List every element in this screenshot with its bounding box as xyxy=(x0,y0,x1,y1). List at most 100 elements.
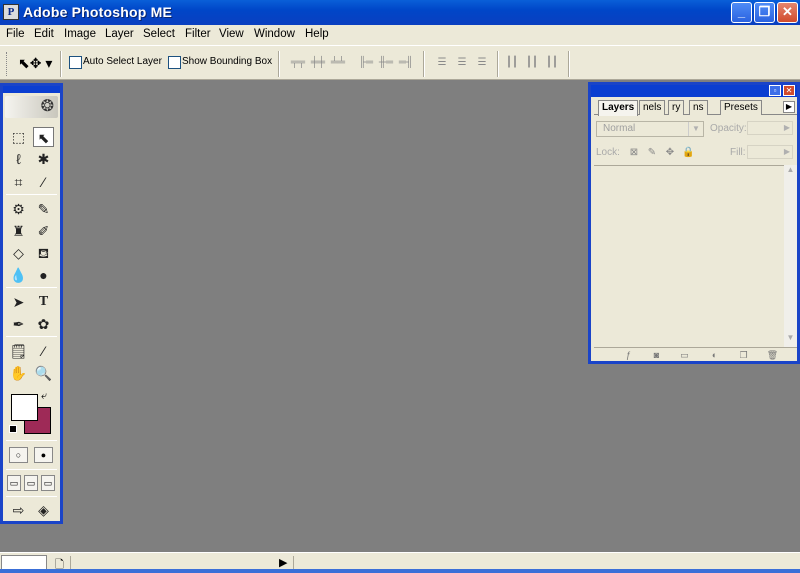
healing-brush-tool-icon[interactable]: ⚙ xyxy=(8,199,29,219)
palette-close-button[interactable]: ✕ xyxy=(783,85,795,96)
toolbox-divider xyxy=(6,194,57,195)
layer-style-icon[interactable]: ƒ xyxy=(622,349,635,361)
history-brush-tool-icon[interactable]: ✐ xyxy=(33,221,54,241)
layers-palette-title-bar[interactable]: ▫ ✕ xyxy=(591,85,797,97)
opacity-field[interactable]: ▶ xyxy=(747,121,793,135)
notes-tool-icon[interactable]: 🗒 xyxy=(8,341,29,361)
default-colors-icon[interactable] xyxy=(9,425,17,433)
align-vcenter-icon[interactable]: ╪╪ xyxy=(310,56,326,70)
eraser-tool-icon[interactable]: ◇ xyxy=(8,243,29,263)
toolbox-title-bar[interactable] xyxy=(3,86,60,93)
blend-mode-select[interactable]: Normal ▼ xyxy=(596,121,704,137)
adjustment-layer-icon[interactable]: ◐ xyxy=(708,349,721,361)
move-tool-icon[interactable]: ⬉ xyxy=(33,127,54,147)
close-button[interactable]: ✕ xyxy=(777,2,798,23)
marquee-tool-icon[interactable]: ⬚ xyxy=(8,127,29,147)
full-screen-menu-mode-button[interactable]: ▭ xyxy=(24,475,38,491)
menu-view[interactable]: View xyxy=(219,28,244,40)
swap-colors-icon[interactable]: ⤶ xyxy=(41,390,47,403)
align-right-icon[interactable]: ═╢ xyxy=(398,56,414,70)
tab-channels[interactable]: nels xyxy=(639,100,666,115)
align-top-icon[interactable]: ╤╤ xyxy=(290,56,306,70)
clone-stamp-tool-icon[interactable]: ♜ xyxy=(8,221,29,241)
full-screen-mode-button[interactable]: ▭ xyxy=(41,475,55,491)
lock-all-icon[interactable]: 🔒 xyxy=(682,147,694,159)
options-bar: ⬉✥ ▾ Auto Select Layer Show Bounding Box… xyxy=(0,45,800,80)
menu-window[interactable]: Window xyxy=(254,28,295,40)
web-tool-icon[interactable]: ◈ xyxy=(33,500,54,520)
new-set-icon[interactable]: ▭ xyxy=(678,349,691,361)
menu-layer[interactable]: Layer xyxy=(105,28,134,40)
trash-icon[interactable]: 🗑 xyxy=(766,349,779,361)
distribute-right-icon[interactable]: ┃┃ xyxy=(544,56,560,70)
hand-tool-icon[interactable]: ✋ xyxy=(8,363,29,383)
fill-field[interactable]: ▶ xyxy=(747,145,793,159)
lasso-tool-icon[interactable]: ℓ xyxy=(8,149,29,169)
scroll-up-icon[interactable]: ▲ xyxy=(784,165,797,177)
distribute-bottom-icon[interactable]: ☰ xyxy=(474,56,490,70)
separator xyxy=(568,51,570,77)
menu-help[interactable]: Help xyxy=(305,28,329,40)
layers-scrollbar[interactable]: ▲ ▼ xyxy=(784,165,797,347)
type-tool-icon[interactable]: T xyxy=(33,292,54,312)
align-bottom-icon[interactable]: ╧╧ xyxy=(330,56,346,70)
standard-screen-mode-button[interactable]: ▭ xyxy=(7,475,21,491)
show-bounding-box-checkbox[interactable] xyxy=(168,56,181,69)
toolbox-divider xyxy=(6,440,57,441)
menu-bar: File Edit Image Layer Select Filter View… xyxy=(0,25,800,45)
move-tool-icon[interactable]: ⬉✥ ▾ xyxy=(18,55,52,72)
blur-tool-icon[interactable]: 💧 xyxy=(8,265,29,285)
paint-bucket-tool-icon[interactable]: ⛾ xyxy=(33,243,54,263)
tab-presets[interactable]: Presets xyxy=(720,100,762,115)
options-bar-grip[interactable] xyxy=(6,52,9,76)
tab-actions[interactable]: ns xyxy=(689,100,708,115)
eyedropper-tool-icon[interactable]: ⁄ xyxy=(33,341,54,361)
align-left-icon[interactable]: ╟═ xyxy=(358,56,374,70)
menu-image[interactable]: Image xyxy=(64,28,96,40)
menu-select[interactable]: Select xyxy=(143,28,175,40)
minimize-button[interactable]: _ xyxy=(731,2,752,23)
lock-transparency-icon[interactable]: ⊠ xyxy=(628,147,640,159)
toolbox-divider xyxy=(6,287,57,288)
quick-mask-mode-button[interactable]: ● xyxy=(34,447,53,463)
distribute-left-icon[interactable]: ┃┃ xyxy=(504,56,520,70)
distribute-hcenter-icon[interactable]: ┃┃ xyxy=(524,56,540,70)
separator xyxy=(278,51,280,77)
tab-layers[interactable]: Layers xyxy=(598,100,639,116)
palette-minimize-button[interactable]: ▫ xyxy=(769,85,781,96)
menu-file[interactable]: File xyxy=(6,28,25,40)
foreground-color-swatch[interactable] xyxy=(11,394,38,421)
feather-logo-icon[interactable]: ❂ xyxy=(5,96,58,118)
zoom-tool-icon[interactable]: 🔍 xyxy=(33,363,54,383)
layers-list[interactable] xyxy=(594,165,787,347)
pen-tool-icon[interactable]: ✒ xyxy=(8,314,29,334)
distribute-vcenter-icon[interactable]: ☰ xyxy=(454,56,470,70)
align-hcenter-icon[interactable]: ╫═ xyxy=(378,56,394,70)
custom-shape-tool-icon[interactable]: ✿ xyxy=(33,314,54,334)
add-mask-icon[interactable]: ◙ xyxy=(650,349,663,361)
auto-select-layer-checkbox[interactable] xyxy=(69,56,82,69)
photoshop-app-icon[interactable]: P xyxy=(3,4,19,20)
red-eye-tool-icon[interactable]: ⁄ xyxy=(33,172,54,192)
brush-tool-icon[interactable]: ✎ xyxy=(33,199,54,219)
toolbox-divider xyxy=(6,496,57,497)
menu-filter[interactable]: Filter xyxy=(185,28,211,40)
palette-menu-arrow-icon[interactable]: ▶ xyxy=(783,101,795,113)
lock-pixels-icon[interactable]: ✎ xyxy=(646,147,658,159)
distribute-top-icon[interactable]: ☰ xyxy=(434,56,450,70)
path-selection-tool-icon[interactable]: ➤ xyxy=(8,292,29,312)
menu-edit[interactable]: Edit xyxy=(34,28,54,40)
layers-footer: ƒ ◙ ▭ ◐ ❐ 🗑 xyxy=(594,347,797,361)
standard-mode-button[interactable]: ○ xyxy=(9,447,28,463)
status-menu-arrow-icon[interactable]: ▶ xyxy=(279,556,287,569)
toolbox-divider xyxy=(6,336,57,337)
dodge-tool-icon[interactable]: ● xyxy=(33,265,54,285)
jump-to-imageready-icon[interactable]: ⇨ xyxy=(8,500,29,520)
lock-position-icon[interactable]: ✥ xyxy=(664,147,676,159)
maximize-button[interactable]: ❐ xyxy=(754,2,775,23)
tab-history[interactable]: ry xyxy=(668,100,685,115)
magic-wand-tool-icon[interactable]: ✱ xyxy=(33,149,54,169)
scroll-down-icon[interactable]: ▼ xyxy=(784,333,797,345)
crop-tool-icon[interactable]: ⌗ xyxy=(8,172,29,192)
new-layer-icon[interactable]: ❐ xyxy=(737,349,750,361)
